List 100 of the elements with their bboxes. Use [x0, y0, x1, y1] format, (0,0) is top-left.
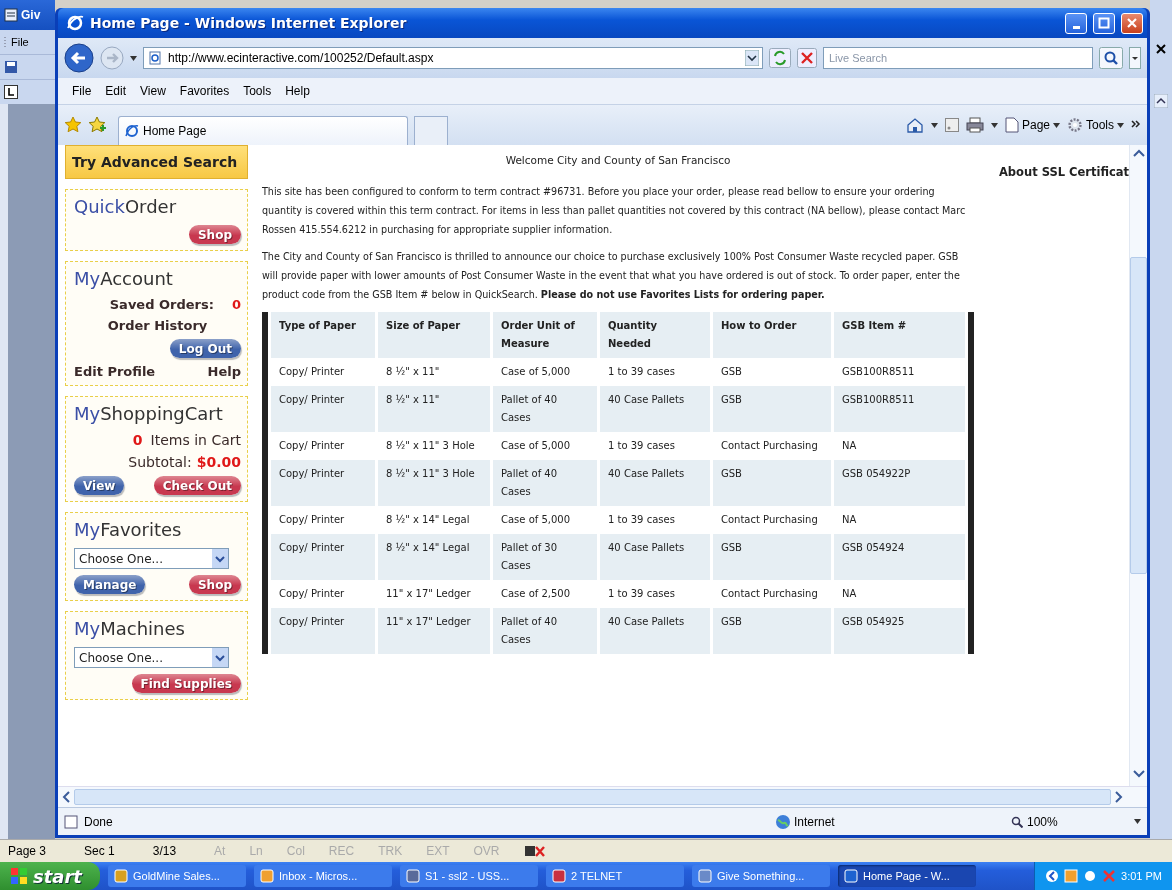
browser-logo-icon — [125, 124, 139, 138]
app-icon — [698, 869, 712, 883]
globe-icon — [775, 813, 791, 830]
column-header: Type of Paper — [271, 312, 375, 358]
page-menu-button[interactable]: Page — [1004, 117, 1060, 133]
status-item: TRK — [378, 844, 403, 858]
close-button[interactable] — [1121, 12, 1143, 34]
status-item: REC — [328, 844, 355, 858]
app-icon — [844, 869, 858, 883]
advanced-search-link[interactable]: Try Advanced Search — [65, 145, 248, 179]
taskbar-button[interactable]: Inbox - Micros... — [254, 865, 392, 887]
menu-item[interactable]: Tools — [243, 84, 272, 98]
table-cell: GSB 054924 — [834, 534, 965, 580]
table-cell-text: Contact Purchasing — [720, 587, 819, 601]
menu-item[interactable]: Help — [285, 84, 310, 98]
menu-item[interactable]: File — [72, 84, 92, 98]
caret-icon — [1053, 122, 1060, 128]
scroll-up-icon[interactable] — [1154, 94, 1168, 108]
caret-icon — [1134, 819, 1141, 824]
subtotal-value: $0.00 — [196, 454, 241, 470]
back-button[interactable] — [64, 43, 94, 73]
search-field[interactable]: Live Search — [823, 47, 1093, 69]
sidebar-link[interactable]: Order History — [107, 318, 208, 333]
table-cell: GSB — [713, 460, 831, 506]
taskbar-button[interactable]: GoldMine Sales... — [108, 865, 246, 887]
vertical-scrollbar[interactable] — [1129, 145, 1147, 786]
dropdown-icon — [745, 50, 759, 66]
stat-value: 0 — [231, 297, 241, 312]
taskbar-button[interactable]: Give Something... — [692, 865, 830, 887]
tray-app-icon[interactable] — [1083, 869, 1098, 883]
sidebar-link[interactable]: Edit Profile — [74, 364, 156, 379]
browser-logo-icon — [66, 14, 84, 32]
home-icon[interactable] — [905, 117, 924, 133]
table-cell-text: Case of 5,000 — [500, 365, 572, 379]
welcome-text: Welcome City and County of San Francisco — [504, 154, 732, 166]
table-cell: Copy/ Printer — [271, 460, 375, 506]
menu-item[interactable]: File — [11, 36, 29, 48]
sidebar-link[interactable]: Help — [207, 364, 241, 379]
table-cell-text: NA — [841, 439, 858, 453]
address-field[interactable]: http://www.ecinteractive.com/100252/Default.aspx — [143, 47, 763, 69]
table-cell-text: Copy/ Printer — [278, 513, 346, 527]
status-item: Col — [286, 844, 305, 858]
menu-item[interactable]: Favorites — [179, 84, 230, 98]
history-caret-icon[interactable] — [130, 55, 137, 61]
stop-icon[interactable] — [797, 48, 817, 68]
status-item: Ln — [249, 844, 263, 858]
scroll-up-icon — [1132, 149, 1145, 157]
browser-tab[interactable]: Home Page — [118, 116, 408, 145]
zoom-button[interactable]: 100% — [1011, 814, 1141, 829]
sidebar-button[interactable]: Check Out — [153, 476, 241, 495]
sidebar-button[interactable]: Find Supplies — [131, 674, 241, 693]
close-icon[interactable] — [1156, 44, 1166, 54]
table-cell: 8 ½" x 11" — [378, 386, 490, 432]
taskbar-button[interactable]: Home Page - W... — [838, 865, 976, 887]
app-icon — [260, 869, 274, 883]
star-icon[interactable] — [64, 116, 82, 134]
tools-menu-button[interactable]: Tools — [1067, 117, 1124, 133]
table-cell: Pallet of 40 Cases — [493, 608, 597, 654]
taskbar-button[interactable]: 2 TELNET — [546, 865, 684, 887]
status-text: Done — [84, 814, 113, 829]
save-icon[interactable] — [4, 60, 18, 74]
column-header: GSB Item # — [834, 312, 965, 358]
sidebar-button[interactable]: Log Out — [169, 339, 241, 358]
print-icon[interactable] — [965, 117, 984, 133]
dropdown-field[interactable]: Choose One... — [74, 647, 229, 668]
status-item: Page 3 — [8, 844, 47, 858]
table-cell: 40 Case Pallets — [600, 534, 710, 580]
dropdown-field[interactable]: Choose One... — [74, 548, 229, 569]
ruler-tab-icon[interactable] — [4, 85, 18, 99]
sidebar-button[interactable]: Shop — [188, 225, 241, 244]
search-button[interactable] — [1099, 47, 1123, 69]
window-title: Home Page - Windows Internet Explorer — [90, 15, 408, 31]
sidebar-button[interactable]: View — [74, 476, 125, 495]
table-cell: 40 Case Pallets — [600, 460, 710, 506]
windows-flag-icon — [10, 867, 28, 885]
table-cell-text: Copy/ Printer — [278, 439, 346, 453]
refresh-icon[interactable] — [769, 48, 791, 68]
table-cell-text: 8 ½" x 14" Legal — [385, 513, 471, 527]
sidebar-button[interactable]: Manage — [74, 575, 146, 594]
cart-label: Items in Cart — [150, 432, 241, 448]
menu-item[interactable]: Edit — [105, 84, 127, 98]
security-zone: Internet — [775, 813, 1005, 830]
search-options-icon[interactable] — [1129, 47, 1141, 69]
horizontal-scrollbar[interactable] — [58, 786, 1147, 807]
taskbar-button[interactable]: S1 - ssl2 - USS... — [400, 865, 538, 887]
caret-icon — [930, 122, 938, 128]
minimize-button[interactable] — [1065, 12, 1087, 34]
tray-app-icon[interactable] — [1045, 869, 1060, 883]
add-favorite-icon[interactable] — [88, 116, 106, 134]
sidebar-button[interactable]: Shop — [188, 575, 241, 594]
status-item: 3/13 — [152, 844, 177, 858]
gear-icon — [1067, 117, 1083, 133]
table-cell-text: NA — [841, 513, 858, 527]
maximize-button[interactable] — [1093, 12, 1115, 34]
chevron-icon[interactable] — [1131, 120, 1141, 130]
menu-item[interactable]: View — [140, 84, 166, 98]
table-cell-text: GSB100R8511 — [841, 365, 916, 379]
column-header: Quantity Needed — [600, 312, 710, 358]
ssl-certificate-link[interactable]: About SSL Certificat — [998, 165, 1129, 181]
app-icon — [552, 869, 566, 883]
